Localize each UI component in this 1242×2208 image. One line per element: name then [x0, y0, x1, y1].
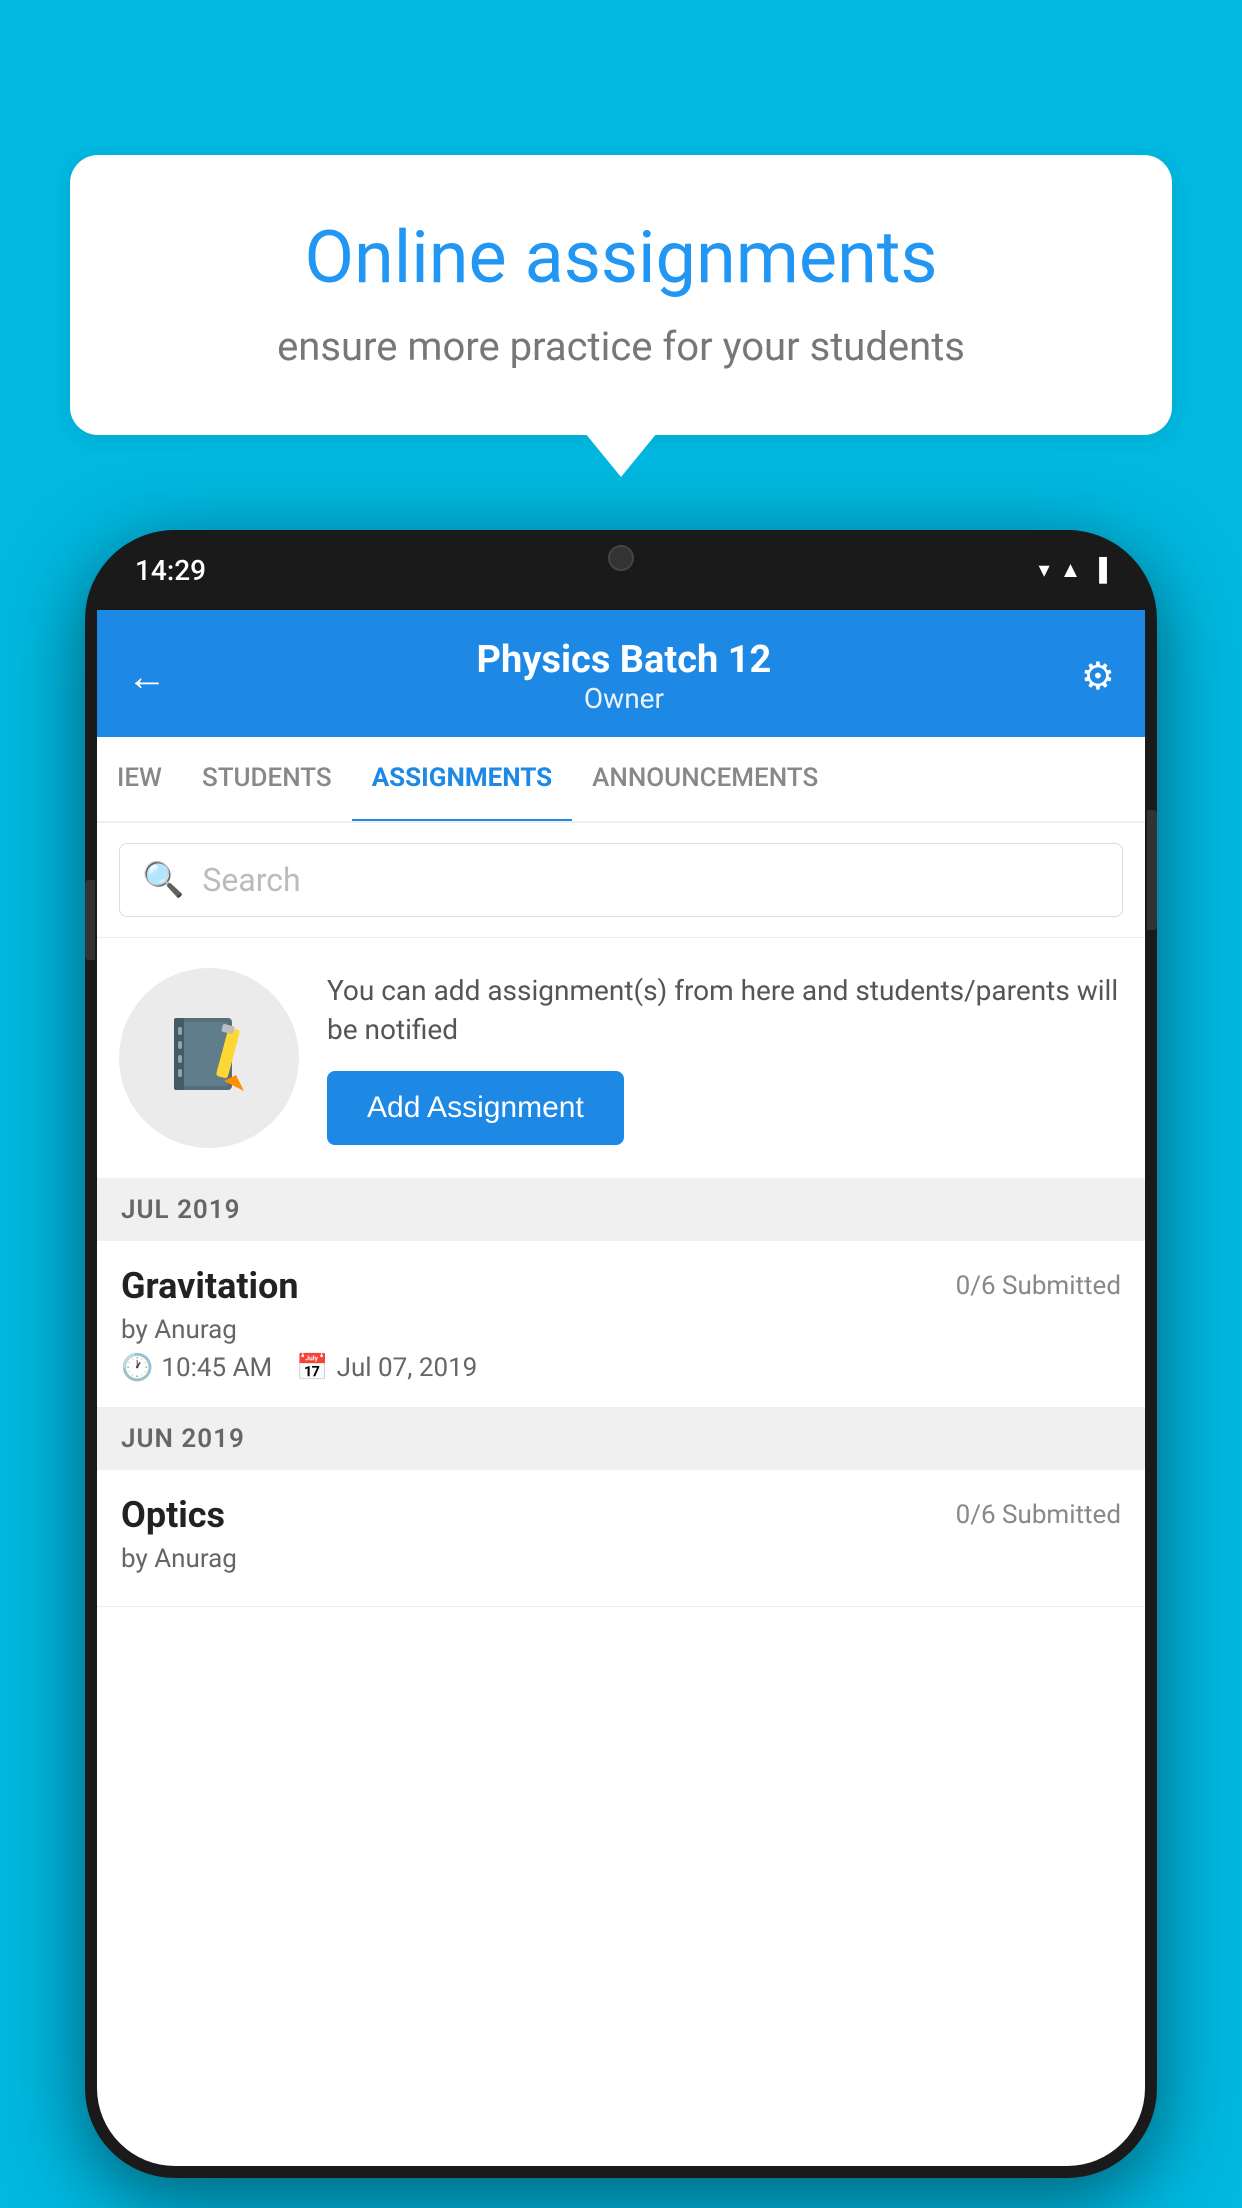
add-assignment-button[interactable]: Add Assignment [327, 1071, 624, 1145]
assignment-author-optics: by Anurag [121, 1544, 1121, 1574]
promo-right: You can add assignment(s) from here and … [327, 971, 1123, 1145]
clock-icon: 🕐 [121, 1353, 153, 1383]
status-time: 14:29 [135, 554, 206, 587]
speech-bubble-container: Online assignments ensure more practice … [70, 155, 1172, 435]
speech-bubble-subtitle: ensure more practice for your students [140, 323, 1102, 370]
tab-assignments[interactable]: ASSIGNMENTS [352, 737, 572, 823]
header-subtitle: Owner [167, 682, 1081, 715]
tabs-container: IEW STUDENTS ASSIGNMENTS ANNOUNCEMENTS [97, 737, 1145, 823]
search-icon: 🔍 [142, 860, 184, 900]
phone-screen: ← Physics Batch 12 Owner ⚙ IEW STUDENTS … [97, 610, 1145, 2166]
section-header-jul: JUL 2019 [97, 1179, 1145, 1241]
assignment-submitted: 0/6 Submitted [956, 1271, 1121, 1301]
header-center: Physics Batch 12 Owner [167, 638, 1081, 715]
status-icons: ▾ ▲ ▐ [1039, 557, 1107, 583]
tab-announcements[interactable]: ANNOUNCEMENTS [572, 737, 838, 823]
wifi-icon: ▾ [1039, 558, 1050, 583]
assignment-author: by Anurag [121, 1315, 1121, 1345]
search-container: 🔍 Search [97, 823, 1145, 938]
phone-frame: 14:29 ▾ ▲ ▐ ← Physics Batch 12 Owner ⚙ I… [85, 530, 1157, 2178]
notebook-icon [164, 1013, 254, 1103]
assignment-date: 📅 Jul 07, 2019 [296, 1353, 477, 1383]
header-title: Physics Batch 12 [167, 638, 1081, 682]
section-header-jun: JUN 2019 [97, 1408, 1145, 1470]
phone-notch [541, 530, 701, 585]
assignment-title: Gravitation [121, 1265, 299, 1307]
phone-camera [608, 545, 634, 571]
assignment-top-optics: Optics 0/6 Submitted [121, 1494, 1121, 1536]
assignment-item-optics[interactable]: Optics 0/6 Submitted by Anurag [97, 1470, 1145, 1607]
back-button[interactable]: ← [127, 653, 167, 700]
speech-bubble: Online assignments ensure more practice … [70, 155, 1172, 435]
phone-status-bar: 14:29 ▾ ▲ ▐ [85, 530, 1157, 610]
assignment-meta: 🕐 10:45 AM 📅 Jul 07, 2019 [121, 1353, 1121, 1383]
promo-text: You can add assignment(s) from here and … [327, 971, 1123, 1049]
assignment-time: 🕐 10:45 AM [121, 1353, 272, 1383]
signal-icon: ▲ [1060, 557, 1082, 583]
calendar-icon: 📅 [296, 1353, 328, 1383]
battery-icon: ▐ [1091, 557, 1107, 583]
tab-students[interactable]: STUDENTS [182, 737, 352, 823]
phone-side-button-left [85, 880, 95, 960]
tab-iew[interactable]: IEW [97, 737, 182, 823]
speech-bubble-title: Online assignments [140, 215, 1102, 301]
search-input-wrapper[interactable]: 🔍 Search [119, 843, 1123, 917]
assignment-submitted-optics: 0/6 Submitted [956, 1500, 1121, 1530]
promo-section: You can add assignment(s) from here and … [97, 938, 1145, 1179]
settings-icon[interactable]: ⚙ [1081, 654, 1115, 699]
promo-icon-circle [119, 968, 299, 1148]
search-placeholder: Search [202, 861, 300, 899]
phone-side-button-right [1147, 810, 1157, 930]
app-header: ← Physics Batch 12 Owner ⚙ [97, 610, 1145, 737]
assignment-item-gravitation[interactable]: Gravitation 0/6 Submitted by Anurag 🕐 10… [97, 1241, 1145, 1408]
assignment-top: Gravitation 0/6 Submitted [121, 1265, 1121, 1307]
assignment-title-optics: Optics [121, 1494, 225, 1536]
